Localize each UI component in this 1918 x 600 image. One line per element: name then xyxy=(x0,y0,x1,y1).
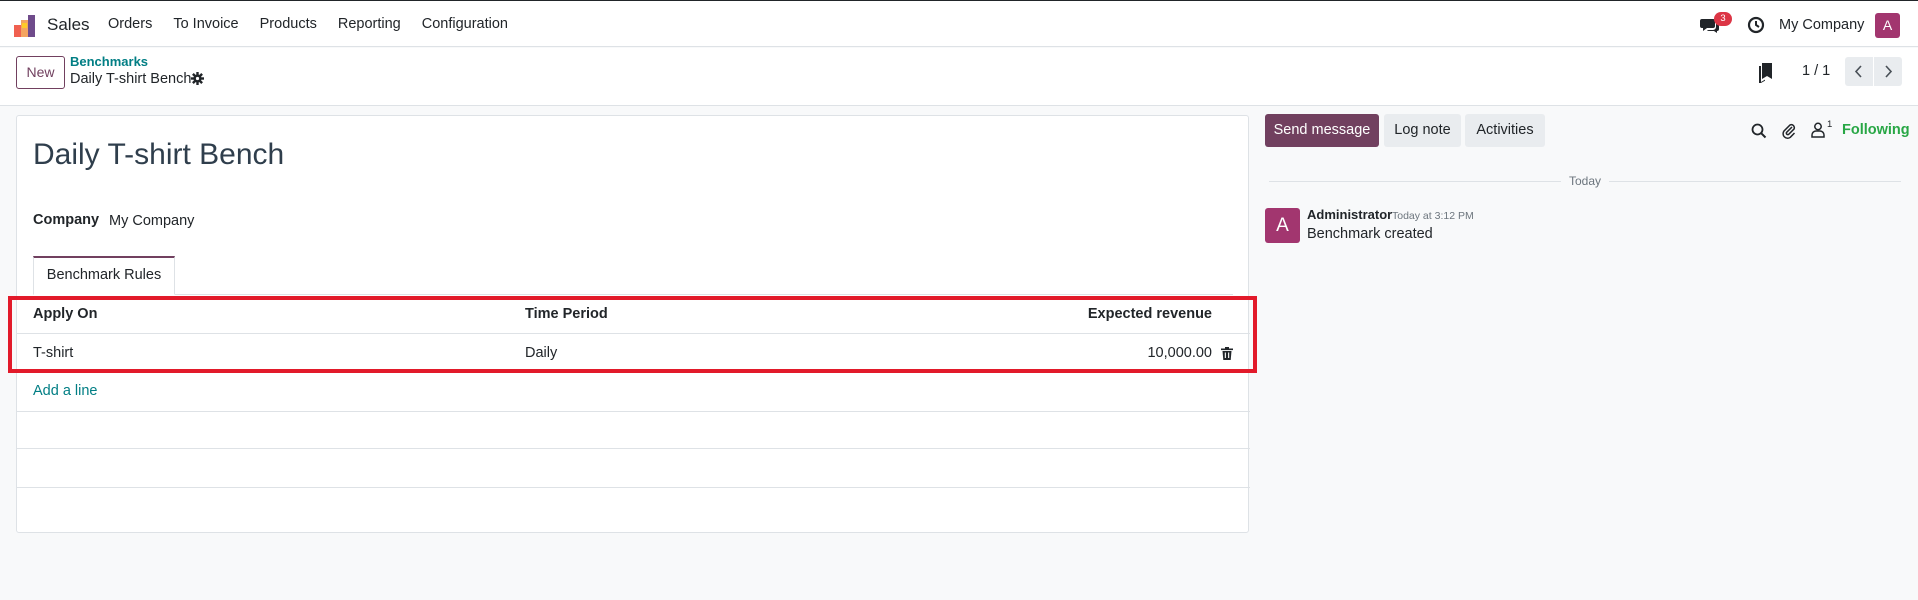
sales-app-icon[interactable] xyxy=(14,15,38,37)
add-line-link[interactable]: Add a line xyxy=(33,383,98,399)
pager-next-button[interactable] xyxy=(1874,57,1902,86)
chevron-right-icon xyxy=(1885,65,1893,78)
column-expected-revenue[interactable]: Expected revenue xyxy=(1088,306,1212,322)
message-author[interactable]: Administrator xyxy=(1307,207,1392,222)
column-apply-on[interactable]: Apply On xyxy=(33,306,97,322)
menu-reporting[interactable]: Reporting xyxy=(338,16,401,32)
day-label: Today xyxy=(1561,174,1610,188)
user-avatar[interactable]: A xyxy=(1875,13,1900,38)
chat-badge: 3 xyxy=(1714,12,1732,26)
tab-benchmark-rules[interactable]: Benchmark Rules xyxy=(33,256,175,295)
company-switcher[interactable]: My Company xyxy=(1779,17,1864,33)
control-panel: New Benchmarks Daily T-shirt Bench 1 / 1 xyxy=(0,48,1918,106)
company-label: Company xyxy=(33,212,100,228)
notebook-tabs: Benchmark Rules xyxy=(33,256,1233,295)
main-menu: Orders To Invoice Products Reporting Con… xyxy=(108,16,529,32)
cell-apply-on[interactable]: T-shirt xyxy=(33,345,73,361)
activities-button[interactable]: Activities xyxy=(1465,114,1545,147)
company-field[interactable]: My Company xyxy=(109,213,194,229)
search-icon[interactable] xyxy=(1751,123,1767,139)
user-icon[interactable] xyxy=(1811,122,1825,138)
cell-time-period[interactable]: Daily xyxy=(525,345,557,361)
top-navbar: Sales Orders To Invoice Products Reporti… xyxy=(0,0,1918,47)
message-avatar[interactable]: A xyxy=(1265,208,1300,243)
log-note-button[interactable]: Log note xyxy=(1384,114,1461,147)
cell-expected-revenue[interactable]: 10,000.00 xyxy=(1147,345,1212,361)
message-date: Today at 3:12 PM xyxy=(1392,210,1474,222)
pager-previous-button[interactable] xyxy=(1845,57,1873,86)
table-row[interactable]: T-shirt Daily 10,000.00 xyxy=(17,334,1250,372)
empty-row xyxy=(17,450,1250,488)
column-time-period[interactable]: Time Period xyxy=(525,306,608,322)
following-button[interactable]: Following xyxy=(1842,122,1910,138)
breadcrumb-current: Daily T-shirt Bench xyxy=(70,71,192,87)
message-body: Benchmark created xyxy=(1307,226,1433,242)
empty-row xyxy=(17,488,1250,526)
followers-count[interactable]: 1 xyxy=(1827,119,1832,130)
pager-value[interactable]: 1 / 1 xyxy=(1802,63,1830,79)
tab-divider xyxy=(175,294,1233,295)
menu-products[interactable]: Products xyxy=(260,16,317,32)
clock-icon[interactable] xyxy=(1747,16,1765,34)
breadcrumb-benchmarks[interactable]: Benchmarks xyxy=(70,54,148,69)
menu-orders[interactable]: Orders xyxy=(108,16,152,32)
paperclip-icon[interactable] xyxy=(1781,122,1796,139)
record-title[interactable]: Daily T-shirt Bench xyxy=(33,138,284,172)
table-header: Apply On Time Period Expected revenue xyxy=(17,296,1250,334)
new-button[interactable]: New xyxy=(16,56,65,89)
gear-icon[interactable] xyxy=(191,72,204,85)
send-message-button[interactable]: Send message xyxy=(1265,114,1379,147)
trash-icon[interactable] xyxy=(1221,347,1233,360)
bookmark-icon[interactable] xyxy=(1759,63,1773,83)
menu-to-invoice[interactable]: To Invoice xyxy=(173,16,238,32)
menu-configuration[interactable]: Configuration xyxy=(422,16,508,32)
empty-row xyxy=(17,411,1250,449)
chatter-panel: Send message Log note Activities 1 Follo… xyxy=(1256,106,1918,600)
app-name[interactable]: Sales xyxy=(47,15,90,35)
form-sheet: Daily T-shirt Bench Company My Company B… xyxy=(16,115,1250,533)
chevron-left-icon xyxy=(1854,65,1862,78)
